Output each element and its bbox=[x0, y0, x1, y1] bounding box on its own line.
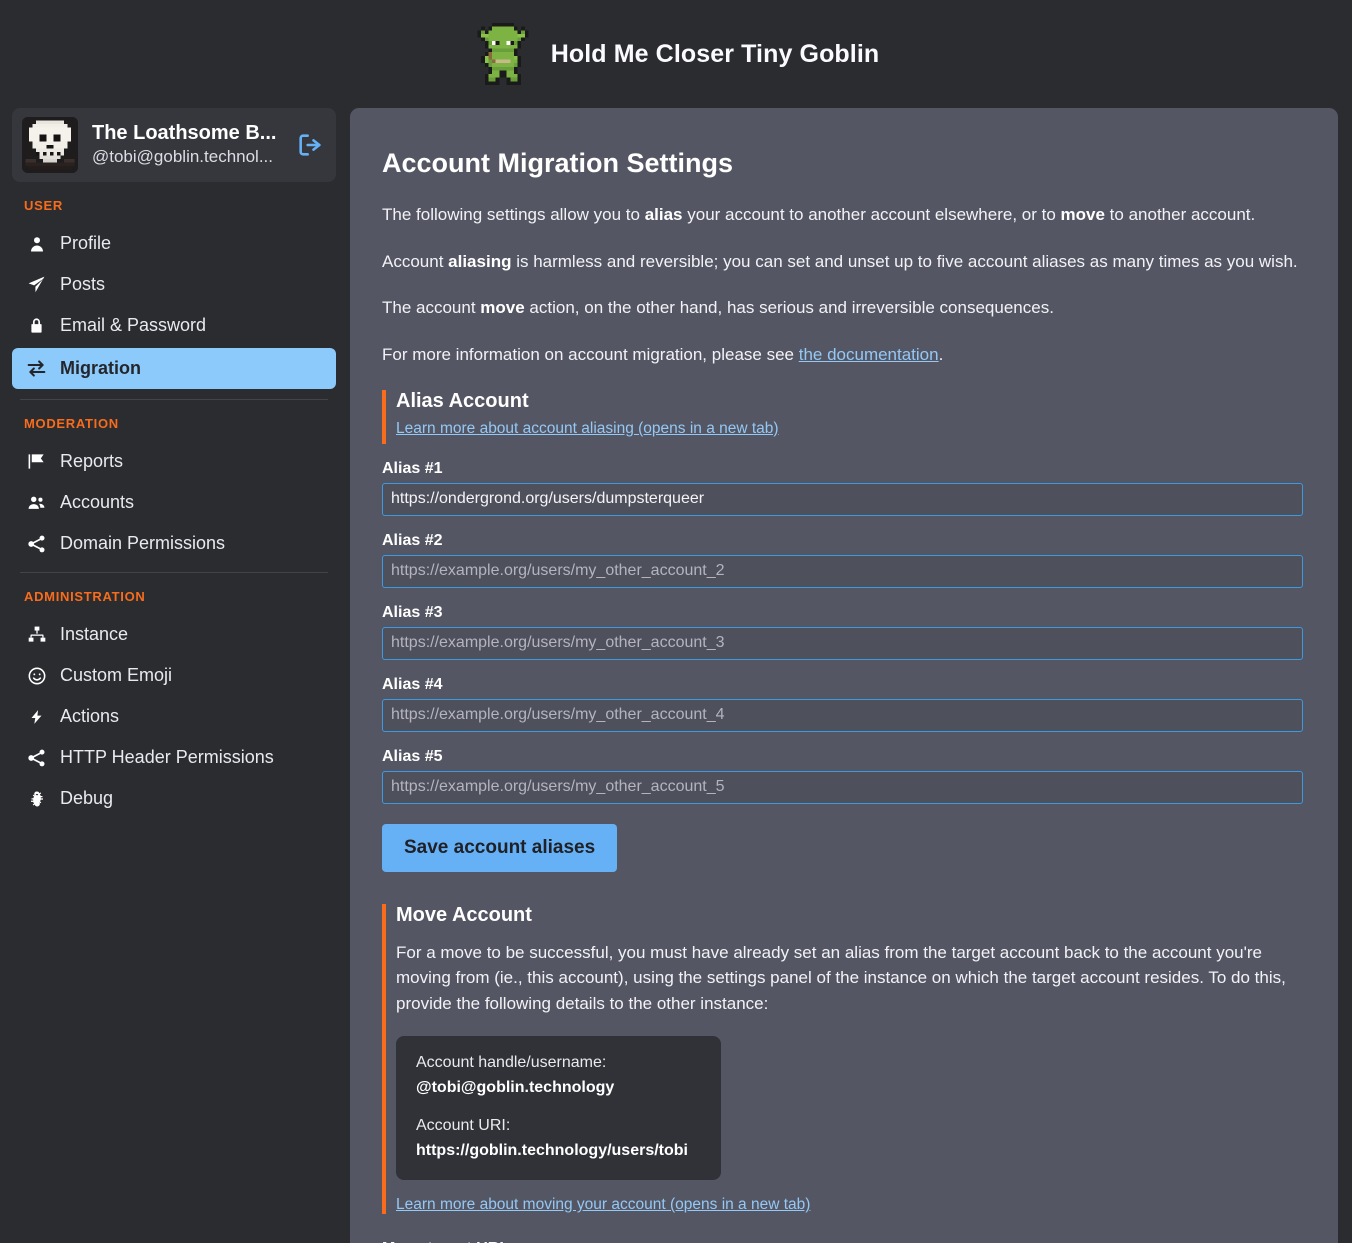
nav-section-administration-label: ADMINISTRATION bbox=[12, 573, 336, 612]
sidebar-item-label: Reports bbox=[60, 451, 123, 472]
intro-text: to another account. bbox=[1105, 205, 1255, 224]
sidebar-item-accounts[interactable]: Accounts bbox=[12, 484, 336, 521]
page-title: Account Migration Settings bbox=[382, 148, 1306, 179]
move-account-section: Move Account For a move to be successful… bbox=[382, 904, 1306, 1215]
sidebar-item-label: Accounts bbox=[60, 492, 134, 513]
intro-paragraph-1: The following settings allow you to alia… bbox=[382, 203, 1306, 228]
intro-paragraph-4: For more information on account migratio… bbox=[382, 343, 1306, 368]
documentation-link[interactable]: the documentation bbox=[799, 345, 939, 364]
lock-icon bbox=[26, 316, 47, 335]
account-details-box: Account handle/username: @tobi@goblin.te… bbox=[396, 1036, 721, 1180]
intro-paragraph-2: Account aliasing is harmless and reversi… bbox=[382, 250, 1306, 275]
sidebar-item-label: Migration bbox=[60, 358, 141, 379]
alias-field-2: Alias #2 bbox=[382, 532, 1306, 588]
flag-icon bbox=[26, 452, 47, 471]
sign-out-icon[interactable] bbox=[292, 131, 324, 159]
bug-icon bbox=[26, 789, 47, 809]
move-learn-more-link[interactable]: Learn more about moving your account (op… bbox=[396, 1196, 810, 1214]
sidebar: The Loathsome B... @tobi@goblin.technol.… bbox=[12, 108, 336, 821]
alias-1-label: Alias #1 bbox=[382, 460, 1306, 478]
sidebar-item-custom-emoji[interactable]: Custom Emoji bbox=[12, 657, 336, 694]
users-icon bbox=[26, 493, 47, 512]
alias-field-4: Alias #4 bbox=[382, 676, 1306, 732]
alias-1-input[interactable] bbox=[382, 483, 1303, 516]
sidebar-item-http-header-permissions[interactable]: HTTP Header Permissions bbox=[12, 739, 336, 776]
intro-text: Account bbox=[382, 252, 448, 271]
skull-avatar bbox=[22, 117, 78, 173]
exchange-arrows-icon bbox=[26, 358, 47, 379]
share-nodes-icon bbox=[26, 534, 47, 554]
sidebar-item-label: HTTP Header Permissions bbox=[60, 747, 274, 768]
sidebar-item-label: Custom Emoji bbox=[60, 665, 172, 686]
sidebar-item-label: Instance bbox=[60, 624, 128, 645]
site-header: Hold Me Closer Tiny Goblin bbox=[0, 0, 1352, 108]
alias-3-input[interactable] bbox=[382, 627, 1303, 660]
sidebar-item-label: Debug bbox=[60, 788, 113, 809]
sidebar-item-migration[interactable]: Migration bbox=[12, 348, 336, 389]
alias-learn-more-link[interactable]: Learn more about account aliasing (opens… bbox=[396, 420, 779, 438]
nav-section-moderation-label: MODERATION bbox=[12, 400, 336, 439]
goblin-pixel-icon bbox=[473, 23, 533, 85]
account-display-name: The Loathsome B... bbox=[92, 121, 278, 146]
alias-account-section: Alias Account Learn more about account a… bbox=[382, 390, 1306, 444]
share-nodes-icon bbox=[26, 748, 47, 768]
account-handle: @tobi@goblin.technol... bbox=[92, 146, 278, 168]
alias-field-3: Alias #3 bbox=[382, 604, 1306, 660]
bolt-icon bbox=[26, 707, 47, 727]
alias-field-5: Alias #5 bbox=[382, 748, 1306, 804]
alias-5-input[interactable] bbox=[382, 771, 1303, 804]
sidebar-item-label: Actions bbox=[60, 706, 119, 727]
move-section-title: Move Account bbox=[396, 904, 1306, 927]
alias-4-input[interactable] bbox=[382, 699, 1303, 732]
sidebar-item-profile[interactable]: Profile bbox=[12, 225, 336, 262]
intro-text: For more information on account migratio… bbox=[382, 345, 799, 364]
intro-bold-alias: alias bbox=[645, 205, 683, 224]
sidebar-item-debug[interactable]: Debug bbox=[12, 780, 336, 817]
sidebar-item-label: Domain Permissions bbox=[60, 533, 225, 554]
account-handle-value: @tobi@goblin.technology bbox=[416, 1079, 701, 1097]
paper-plane-icon bbox=[26, 275, 47, 294]
intro-bold-move: move bbox=[480, 298, 524, 317]
sidebar-item-label: Posts bbox=[60, 274, 105, 295]
nav-section-user-label: USER bbox=[12, 182, 336, 221]
move-section-body: For a move to be successful, you must ha… bbox=[396, 940, 1306, 1017]
alias-3-label: Alias #3 bbox=[382, 604, 1306, 622]
alias-field-1: Alias #1 bbox=[382, 460, 1306, 516]
sidebar-item-email-password[interactable]: Email & Password bbox=[12, 307, 336, 344]
page-body: The Loathsome B... @tobi@goblin.technol.… bbox=[0, 108, 1352, 1243]
alias-2-input[interactable] bbox=[382, 555, 1303, 588]
site-title: Hold Me Closer Tiny Goblin bbox=[551, 40, 880, 69]
sidebar-item-posts[interactable]: Posts bbox=[12, 266, 336, 303]
sidebar-item-domain-permissions[interactable]: Domain Permissions bbox=[12, 525, 336, 562]
alias-5-label: Alias #5 bbox=[382, 748, 1306, 766]
save-account-aliases-button[interactable]: Save account aliases bbox=[382, 824, 617, 872]
intro-text: The account bbox=[382, 298, 480, 317]
alias-2-label: Alias #2 bbox=[382, 532, 1306, 550]
intro-bold-aliasing: aliasing bbox=[448, 252, 511, 271]
intro-text: is harmless and reversible; you can set … bbox=[511, 252, 1297, 271]
intro-paragraph-3: The account move action, on the other ha… bbox=[382, 296, 1306, 321]
sidebar-item-reports[interactable]: Reports bbox=[12, 443, 336, 480]
smile-icon bbox=[26, 666, 47, 686]
intro-text: . bbox=[939, 345, 944, 364]
account-handle-label: Account handle/username: bbox=[416, 1054, 701, 1072]
alias-section-title: Alias Account bbox=[396, 390, 1306, 413]
intro-bold-move: move bbox=[1061, 205, 1105, 224]
sidebar-item-actions[interactable]: Actions bbox=[12, 698, 336, 735]
account-uri-label: Account URI: bbox=[416, 1117, 701, 1135]
sidebar-item-label: Email & Password bbox=[60, 315, 206, 336]
account-names: The Loathsome B... @tobi@goblin.technol.… bbox=[92, 121, 278, 168]
alias-4-label: Alias #4 bbox=[382, 676, 1306, 694]
intro-text: action, on the other hand, has serious a… bbox=[525, 298, 1054, 317]
sitemap-icon bbox=[26, 625, 47, 644]
sidebar-item-instance[interactable]: Instance bbox=[12, 616, 336, 653]
sidebar-item-label: Profile bbox=[60, 233, 111, 254]
main-panel: Account Migration Settings The following… bbox=[350, 108, 1338, 1243]
intro-text: The following settings allow you to bbox=[382, 205, 645, 224]
account-card[interactable]: The Loathsome B... @tobi@goblin.technol.… bbox=[12, 108, 336, 182]
account-uri-value: https://goblin.technology/users/tobi bbox=[416, 1142, 701, 1160]
user-icon bbox=[26, 235, 47, 253]
intro-text: your account to another account elsewher… bbox=[683, 205, 1061, 224]
